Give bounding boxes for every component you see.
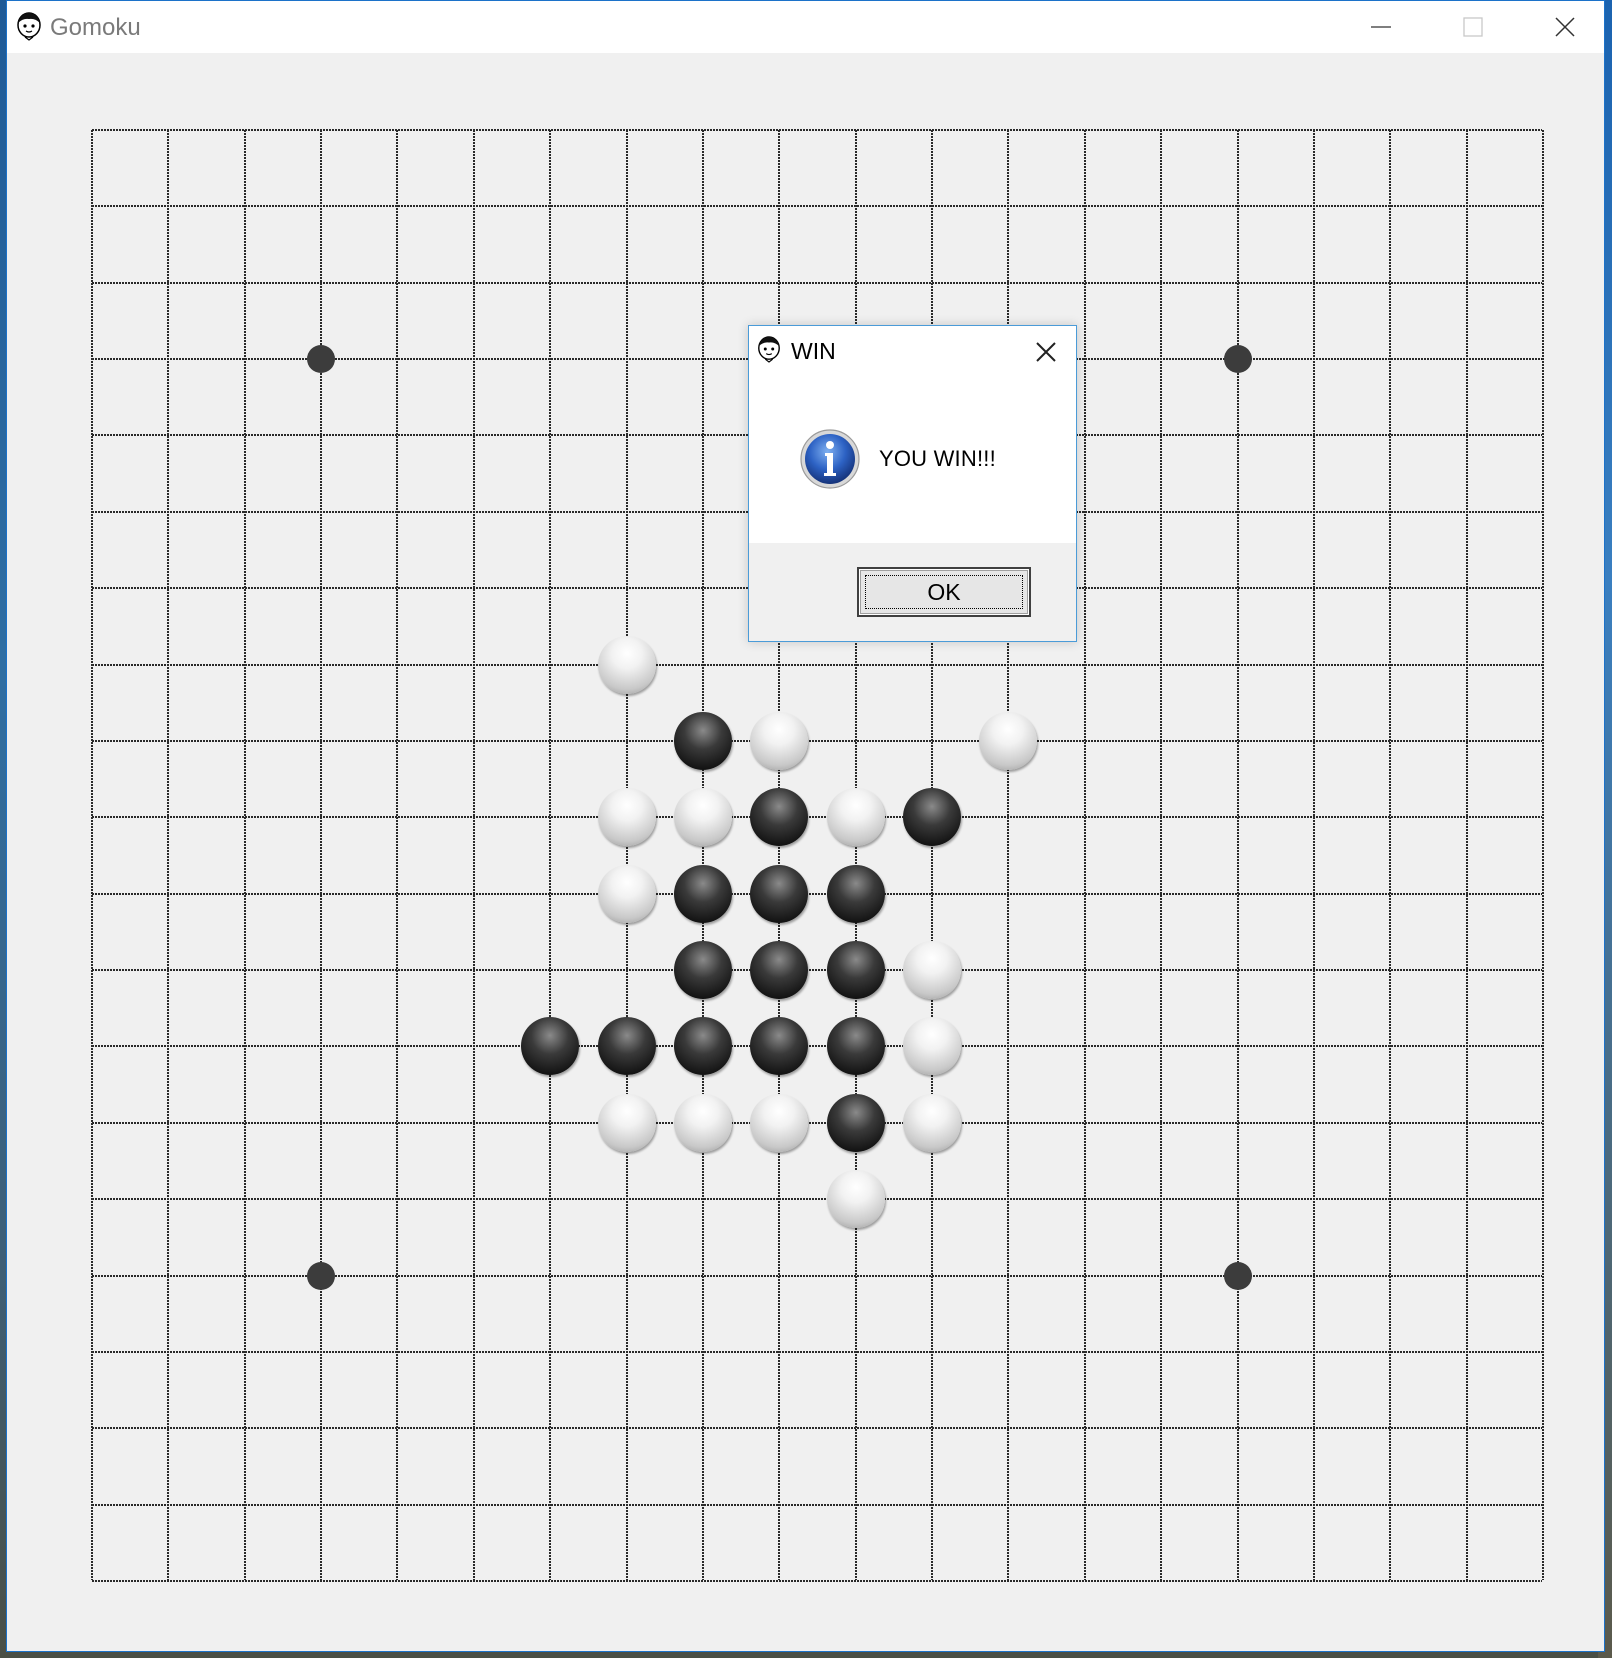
white-stone [750, 1094, 808, 1152]
black-stone [750, 1017, 808, 1075]
star-point [307, 1262, 335, 1290]
ok-button-label: OK [927, 578, 961, 605]
white-stone [903, 1094, 961, 1152]
black-stone [674, 941, 732, 999]
white-stone [750, 712, 808, 770]
black-stone [750, 788, 808, 846]
window-title: Gomoku [50, 14, 141, 41]
black-stone [903, 788, 961, 846]
black-stone [750, 941, 808, 999]
title-bar[interactable]: Gomoku [7, 1, 1604, 53]
white-stone [598, 788, 656, 846]
black-stone [827, 1094, 885, 1152]
white-stone [827, 788, 885, 846]
black-stone [674, 865, 732, 923]
dialog-title: WIN [791, 338, 836, 364]
dialog-close-button[interactable] [1032, 338, 1060, 366]
close-button[interactable] [1518, 1, 1610, 53]
win-dialog: WIN YOU WIN!!! OK [748, 325, 1077, 642]
black-stone [521, 1017, 579, 1075]
white-stone [598, 636, 656, 694]
gomoku-face-icon [758, 336, 780, 363]
black-stone [827, 1017, 885, 1075]
white-stone [598, 865, 656, 923]
black-stone [750, 865, 808, 923]
minimize-button[interactable] [1334, 1, 1426, 53]
black-stone [598, 1017, 656, 1075]
star-point [1224, 1262, 1252, 1290]
black-stone [674, 712, 732, 770]
white-stone [674, 788, 732, 846]
white-stone [903, 941, 961, 999]
minimize-icon [1371, 26, 1391, 28]
white-stone [903, 1017, 961, 1075]
maximize-icon [1463, 17, 1483, 37]
white-stone [598, 1094, 656, 1152]
maximize-button[interactable] [1426, 1, 1518, 53]
black-stone [674, 1017, 732, 1075]
close-icon [1555, 17, 1575, 37]
black-stone [827, 865, 885, 923]
app-window: Gomoku WIN YOU WIN!!! OK [6, 0, 1605, 1652]
info-icon [800, 429, 860, 489]
white-stone [674, 1094, 732, 1152]
white-stone [827, 1170, 885, 1228]
gomoku-face-icon [17, 12, 41, 41]
white-stone [979, 712, 1037, 770]
ok-button[interactable]: OK [857, 567, 1031, 617]
black-stone [827, 941, 885, 999]
star-point [307, 345, 335, 373]
dialog-message: YOU WIN!!! [879, 446, 996, 471]
dialog-footer: OK [749, 543, 1076, 641]
star-point [1224, 345, 1252, 373]
